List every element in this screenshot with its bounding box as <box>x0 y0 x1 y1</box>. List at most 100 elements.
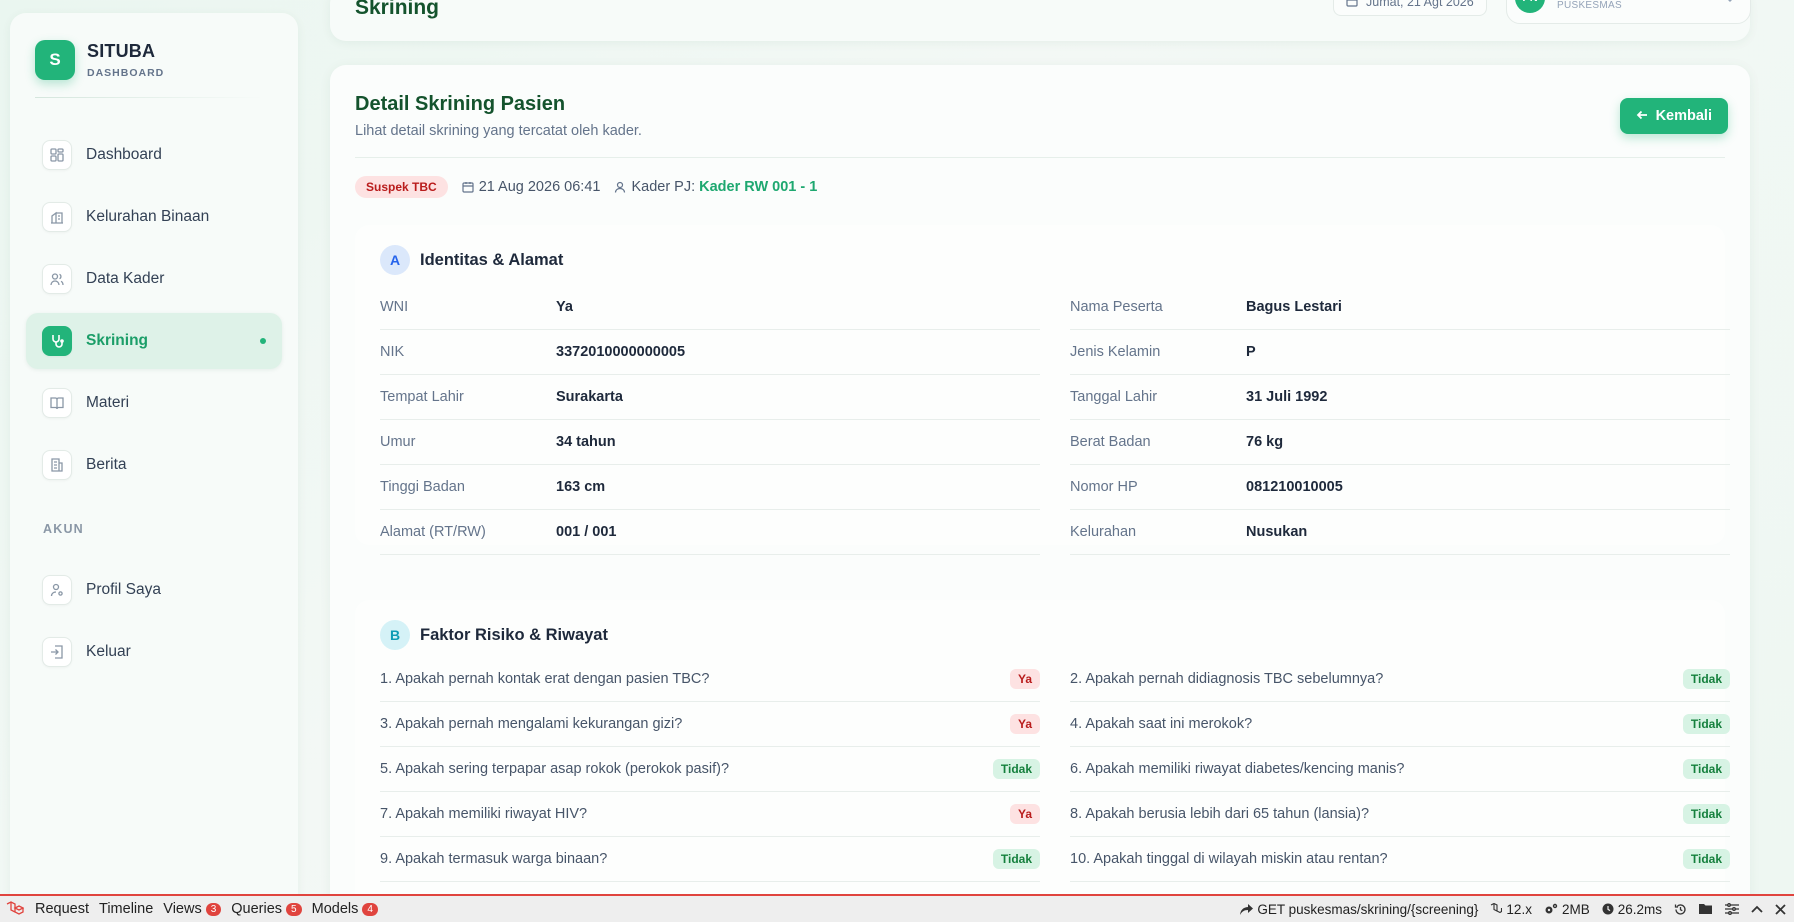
field-tanggal-lahir: Tanggal Lahir 31 Juli 1992 <box>1070 375 1730 420</box>
debug-tab-models[interactable]: Models 4 <box>307 901 383 917</box>
sidebar-item-dashboard[interactable]: Dashboard <box>26 127 282 183</box>
question-row: 2. Apakah pernah didiagnosis TBC sebelum… <box>1070 657 1730 702</box>
laravel-logo-icon[interactable] <box>0 901 30 917</box>
grid-icon <box>42 140 72 170</box>
user-menu[interactable]: PN PUSKESMAS <box>1506 0 1751 24</box>
field-tinggi-badan: Tinggi Badan 163 cm <box>380 465 1040 510</box>
screening-timestamp: 21 Aug 2026 06:41 <box>478 179 601 195</box>
debug-tab-views[interactable]: Views 3 <box>158 901 226 917</box>
debug-tab-request[interactable]: Request <box>30 901 94 917</box>
page-subtitle: Lihat detail skrining yang tercatat oleh… <box>355 123 642 139</box>
sidebar-item-label: Data Kader <box>86 270 165 287</box>
answer-badge: Ya <box>1009 714 1040 734</box>
question-row: 10. Apakah tinggal di wilayah miskin ata… <box>1070 837 1730 882</box>
settings-icon[interactable] <box>1725 903 1739 915</box>
kader-name[interactable]: Kader RW 001 - 1 <box>699 179 817 195</box>
folder-icon[interactable] <box>1699 903 1713 915</box>
field-wni: WNI Ya <box>380 285 1040 330</box>
brand-divider <box>35 97 263 98</box>
question-row: 9. Apakah termasuk warga binaan? Tidak <box>380 837 1040 882</box>
detail-card: Detail Skrining Pasien Lihat detail skri… <box>330 65 1750 922</box>
field-label: Tanggal Lahir <box>1070 389 1158 405</box>
user-role: PUSKESMAS <box>1557 0 1622 11</box>
answer-badge: Tidak <box>1682 759 1730 779</box>
sidebar-item-label: Berita <box>86 456 127 473</box>
field-label: Alamat (RT/RW) <box>380 524 486 540</box>
question-text: 9. Apakah termasuk warga binaan? <box>380 851 608 867</box>
debug-time: 26.2ms <box>1602 902 1662 917</box>
answer-badge: Tidak <box>1682 714 1730 734</box>
cogs-icon <box>1544 903 1558 915</box>
sidebar-item-profil-saya[interactable]: Profil Saya <box>26 562 282 618</box>
sidebar-item-label: Profil Saya <box>86 581 161 598</box>
field-value: 34 tahun <box>556 434 616 450</box>
question-text: 8. Apakah berusia lebih dari 65 tahun (l… <box>1070 806 1370 822</box>
current-date: Jumat, 21 Agt 2026 <box>1366 0 1474 9</box>
answer-badge: Ya <box>1009 804 1040 824</box>
section-letter-badge: A <box>380 245 410 275</box>
field-nama-peserta: Nama Peserta Bagus Lestari <box>1070 285 1730 330</box>
field-value: 3372010000000005 <box>556 344 686 360</box>
answer-badge: Tidak <box>1682 849 1730 869</box>
question-text: 3. Apakah pernah mengalami kekurangan gi… <box>380 716 683 732</box>
close-icon[interactable] <box>1775 903 1786 915</box>
answer-badge: Tidak <box>1682 669 1730 689</box>
chevron-up-icon[interactable] <box>1751 905 1763 913</box>
field-label: Jenis Kelamin <box>1070 344 1161 360</box>
user-gear-icon <box>42 575 72 605</box>
sidebar-item-keluar[interactable]: Keluar <box>26 624 282 680</box>
debug-stats: GET puskesmas/skrining/{screening} 12.x … <box>1228 896 1786 922</box>
field-label: Nomor HP <box>1070 479 1138 495</box>
question-text: 7. Apakah memiliki riwayat HIV? <box>380 806 588 822</box>
question-text: 1. Apakah pernah kontak erat dengan pasi… <box>380 671 710 687</box>
sidebar-item-label: Dashboard <box>86 146 162 163</box>
book-icon <box>42 388 72 418</box>
calendar-icon <box>1346 0 1358 10</box>
field-label: WNI <box>380 299 409 315</box>
debug-tab-timeline[interactable]: Timeline <box>94 901 158 917</box>
field-value: Surakarta <box>556 389 623 405</box>
debug-version: 12.x <box>1490 902 1532 917</box>
date-pill: Jumat, 21 Agt 2026 <box>1333 0 1487 16</box>
field-label: Tempat Lahir <box>380 389 464 405</box>
field-value: 001 / 001 <box>556 524 617 540</box>
question-row: 5. Apakah sering terpapar asap rokok (pe… <box>380 747 1040 792</box>
sidebar: S SITUBA DASHBOARD Dashboard Kelurahan B… <box>10 13 298 913</box>
debug-tab-queries[interactable]: Queries 5 <box>226 901 306 917</box>
sidebar-item-skrining[interactable]: Skrining <box>26 313 282 369</box>
debug-memory: 2MB <box>1544 902 1590 917</box>
answer-badge: Tidak <box>1682 804 1730 824</box>
field-value: 31 Juli 1992 <box>1246 389 1328 405</box>
back-button-label: Kembali <box>1655 108 1712 124</box>
brand-subtitle: DASHBOARD <box>87 67 165 79</box>
answer-badge: Tidak <box>992 849 1040 869</box>
debug-route[interactable]: GET puskesmas/skrining/{screening} <box>1240 902 1478 917</box>
users-icon <box>42 264 72 294</box>
active-indicator <box>260 338 266 344</box>
sidebar-item-berita[interactable]: Berita <box>26 437 282 493</box>
question-row: 1. Apakah pernah kontak erat dengan pasi… <box>380 657 1040 702</box>
field-value: Bagus Lestari <box>1246 299 1342 315</box>
section-title: Identitas & Alamat <box>420 250 564 269</box>
back-button[interactable]: Kembali <box>1619 98 1728 134</box>
sidebar-item-kelurahan-binaan[interactable]: Kelurahan Binaan <box>26 189 282 245</box>
brand[interactable]: S SITUBA DASHBOARD <box>35 40 164 80</box>
newspaper-icon <box>42 450 72 480</box>
debug-time-text: 26.2ms <box>1617 901 1662 917</box>
debug-count-badge: 4 <box>362 902 378 916</box>
debug-route-text: GET puskesmas/skrining/{screening} <box>1257 901 1479 917</box>
sidebar-item-materi[interactable]: Materi <box>26 375 282 431</box>
debug-tab-label: Queries <box>231 901 283 917</box>
question-row: 8. Apakah berusia lebih dari 65 tahun (l… <box>1070 792 1730 837</box>
history-icon[interactable] <box>1674 903 1687 916</box>
debug-tab-label: Timeline <box>99 901 154 917</box>
sidebar-item-data-kader[interactable]: Data Kader <box>26 251 282 307</box>
section-identitas: A Identitas & Alamat WNI Ya NIK 33720100… <box>355 225 1730 555</box>
sidebar-item-label: Materi <box>86 394 130 411</box>
question-text: 6. Apakah memiliki riwayat diabetes/kenc… <box>1070 761 1405 777</box>
stethoscope-icon <box>42 326 72 356</box>
top-header: Skrining Jumat, 21 Agt 2026 PN PUSKESMAS <box>330 0 1751 41</box>
field-umur: Umur 34 tahun <box>380 420 1040 465</box>
question-row: 4. Apakah saat ini merokok? Tidak <box>1070 702 1730 747</box>
field-label: Umur <box>380 434 416 450</box>
